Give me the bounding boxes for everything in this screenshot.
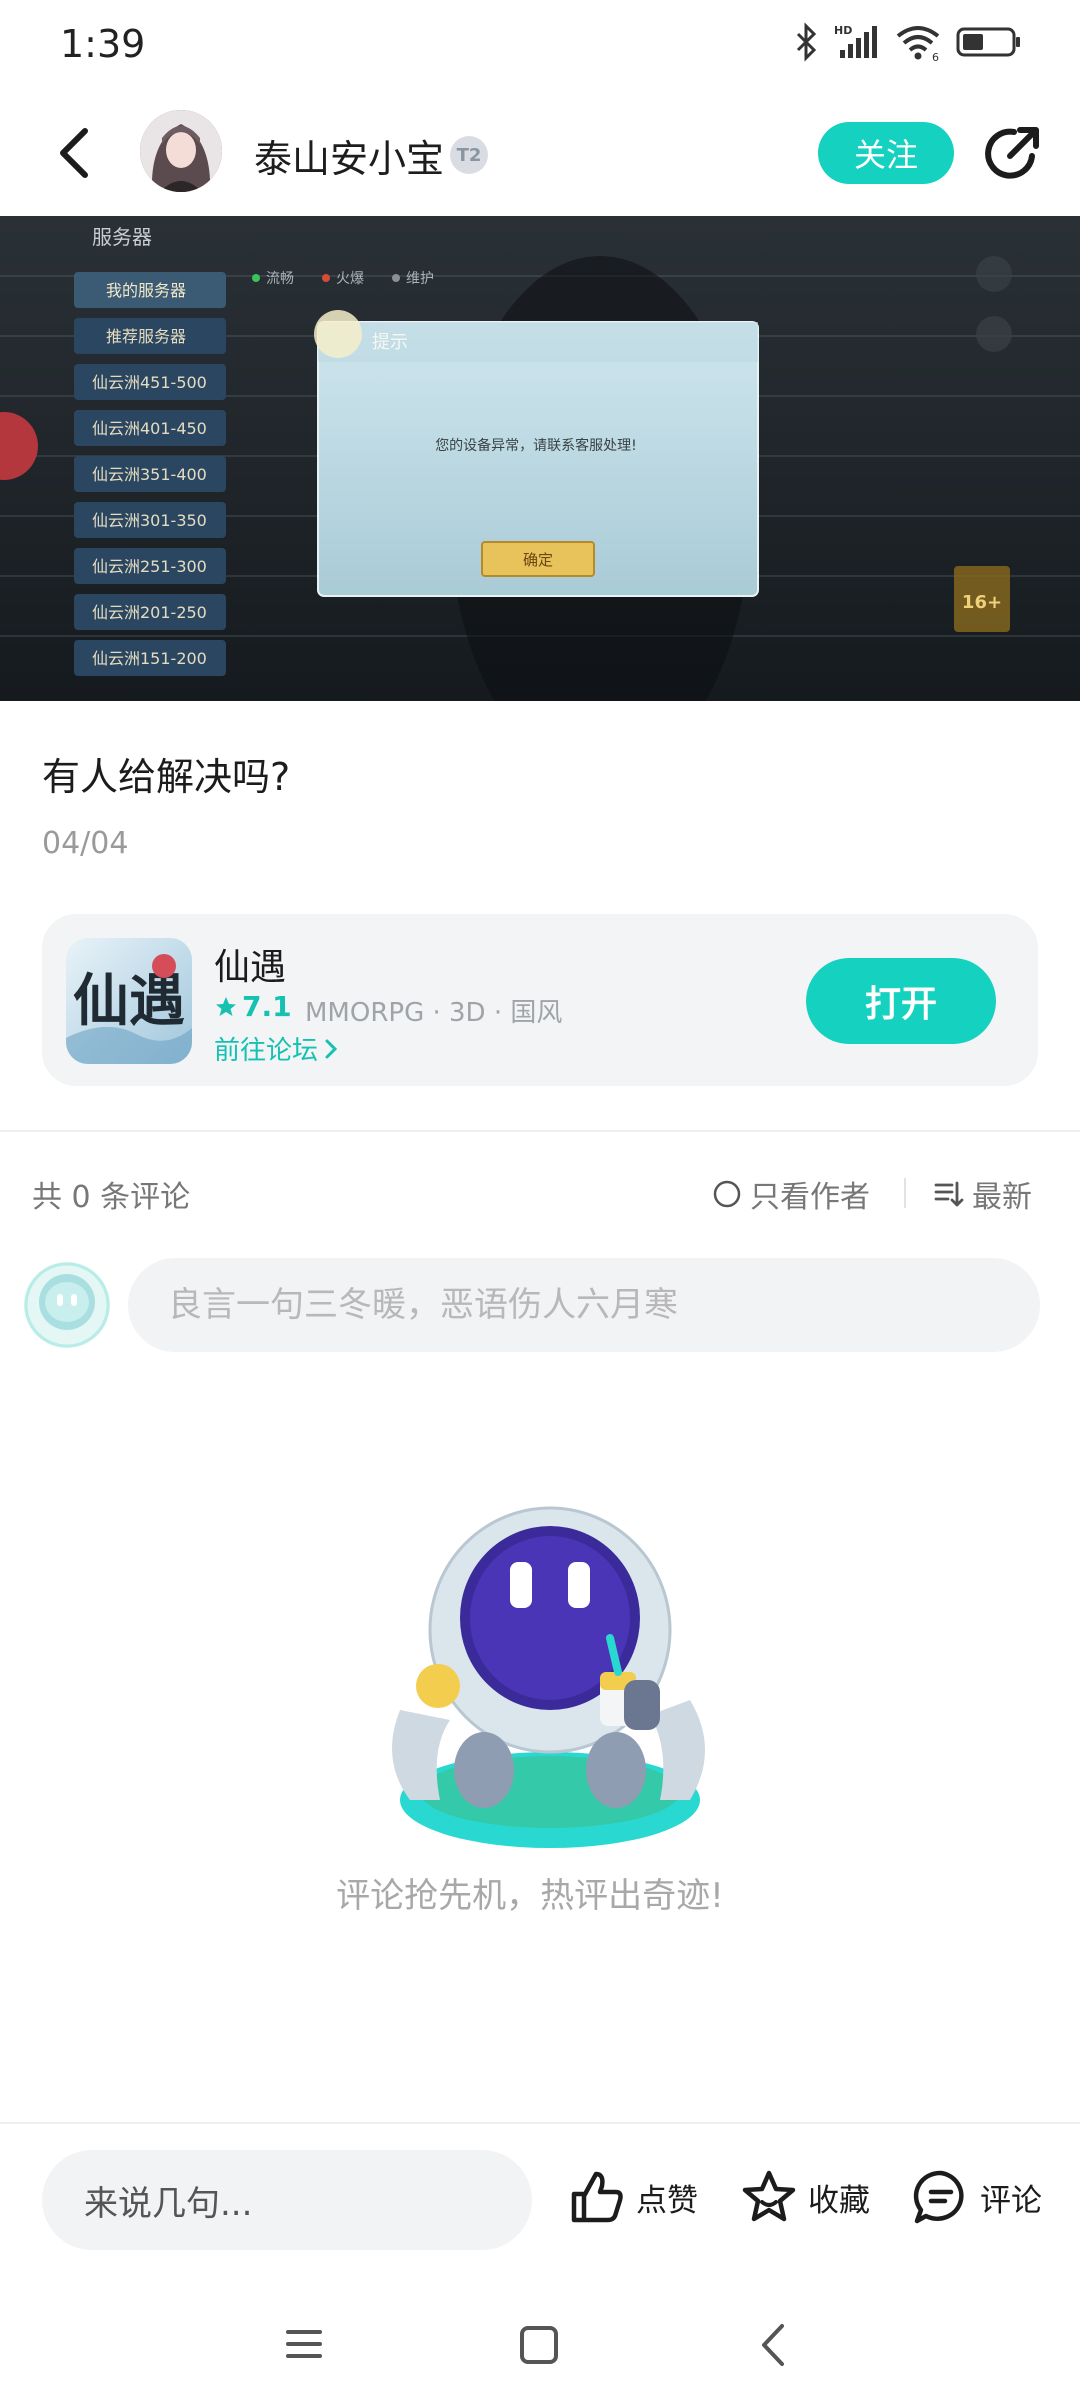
back-button[interactable] [44,118,104,188]
game-logo-image: 仙遇 [66,938,192,1064]
favorite-button[interactable]: 收藏 [740,2168,870,2226]
comment-button[interactable]: 评论 [912,2168,1042,2226]
post-date: 04/04 [42,826,129,861]
comment-input[interactable] [128,1258,1040,1352]
legend-item: 流畅 [266,271,294,287]
rating-value: 7.1 [242,990,292,1023]
my-avatar [24,1262,110,1348]
battery-icon [956,27,1020,57]
favorite-label: 收藏 [808,2182,870,2219]
legend-item: 火爆 [336,271,364,287]
bottom-divider [0,2122,1080,2124]
game-icon[interactable]: 仙遇 [66,938,192,1064]
home-nav-icon[interactable] [518,2324,560,2366]
star-icon [216,996,236,1016]
game-name[interactable]: 仙遇 [214,938,286,990]
server-tab: 仙云洲351-400 [92,465,207,484]
open-game-button[interactable]: 打开 [806,958,996,1044]
status-icons: HD 6 [794,22,1022,62]
empty-comments-illustration [360,1500,740,1850]
server-tab: 仙云洲151-200 [92,649,207,668]
menu-nav-icon[interactable] [284,2324,324,2364]
robot-mascot-image [392,1506,705,1848]
dialog-title: 提示 [372,332,408,353]
age-rating: 16+ [962,592,1002,613]
chevron-left-icon [60,128,88,178]
dialog-message: 您的设备异常，请联系客服处理! [435,437,637,454]
status-time: 1:39 [60,22,146,66]
avatar-image [140,110,222,192]
wifi-icon: 6 [896,26,940,62]
sort-button[interactable]: 最新 [934,1172,1032,1216]
game-rating: 7.1 [214,990,292,1023]
dialog-confirm: 确定 [523,551,553,569]
author-only-toggle[interactable]: 只看作者 [712,1172,870,1216]
game-screenshot: 服务器 我的服务器 推荐服务器 仙云洲451-500 仙云洲401-450 仙云… [0,216,1080,701]
server-tab: 推荐服务器 [106,327,186,346]
server-tab: 仙云洲251-300 [92,557,207,576]
share-icon [985,127,1039,179]
post-title: 有人给解决吗? [42,755,291,799]
robot-avatar-icon [24,1262,110,1348]
wifi-label: 6 [932,51,939,62]
follow-button[interactable]: 关注 [818,122,954,184]
game-logo-text: 仙遇 [73,968,185,1034]
like-button[interactable]: 点赞 [568,2168,698,2226]
author-only-label: 只看作者 [750,1180,870,1215]
server-tab: 仙云洲451-500 [92,373,207,392]
comment-bubble-icon [913,2170,964,2224]
level-badge: T2 [450,136,488,174]
chevron-right-icon [325,1039,338,1058]
forum-link[interactable]: 前往论坛 [214,1030,338,1067]
sort-separator [904,1178,906,1208]
back-nav-icon[interactable] [756,2322,792,2368]
section-divider [0,1130,1080,1132]
system-nav-bar [0,2290,1080,2400]
thumbs-up-icon [571,2171,623,2223]
cell-signal-icon: HD [834,24,877,58]
server-tab: 我的服务器 [106,281,186,300]
share-button[interactable] [980,122,1044,186]
comment-count: 共 0 条评论 [32,1180,191,1215]
forum-link-label: 前往论坛 [214,1036,319,1066]
comment-label: 评论 [980,2182,1042,2219]
radio-circle-icon [713,1180,741,1208]
server-tab: 仙云洲201-250 [92,603,207,622]
post-image[interactable]: 服务器 我的服务器 推荐服务器 仙云洲451-500 仙云洲401-450 仙云… [0,216,1080,701]
reply-input[interactable]: 来说几句... [42,2150,532,2250]
server-tab: 仙云洲301-350 [92,511,207,530]
sort-label: 最新 [972,1180,1032,1215]
sort-icon [934,1181,964,1207]
like-label: 点赞 [636,2182,698,2219]
empty-comments-text: 评论抢先机，热评出奇迹! [336,1876,724,1916]
star-outline-icon [742,2170,796,2222]
server-panel-title: 服务器 [92,225,152,249]
server-tab: 仙云洲401-450 [92,419,207,438]
author-name[interactable]: 泰山安小宝 [254,128,444,183]
game-tags: MMORPG · 3D · 国风 [305,998,563,1028]
author-avatar[interactable] [140,110,222,192]
bluetooth-icon [796,22,817,62]
legend-item: 维护 [406,271,434,287]
network-type-label: HD [834,24,852,37]
